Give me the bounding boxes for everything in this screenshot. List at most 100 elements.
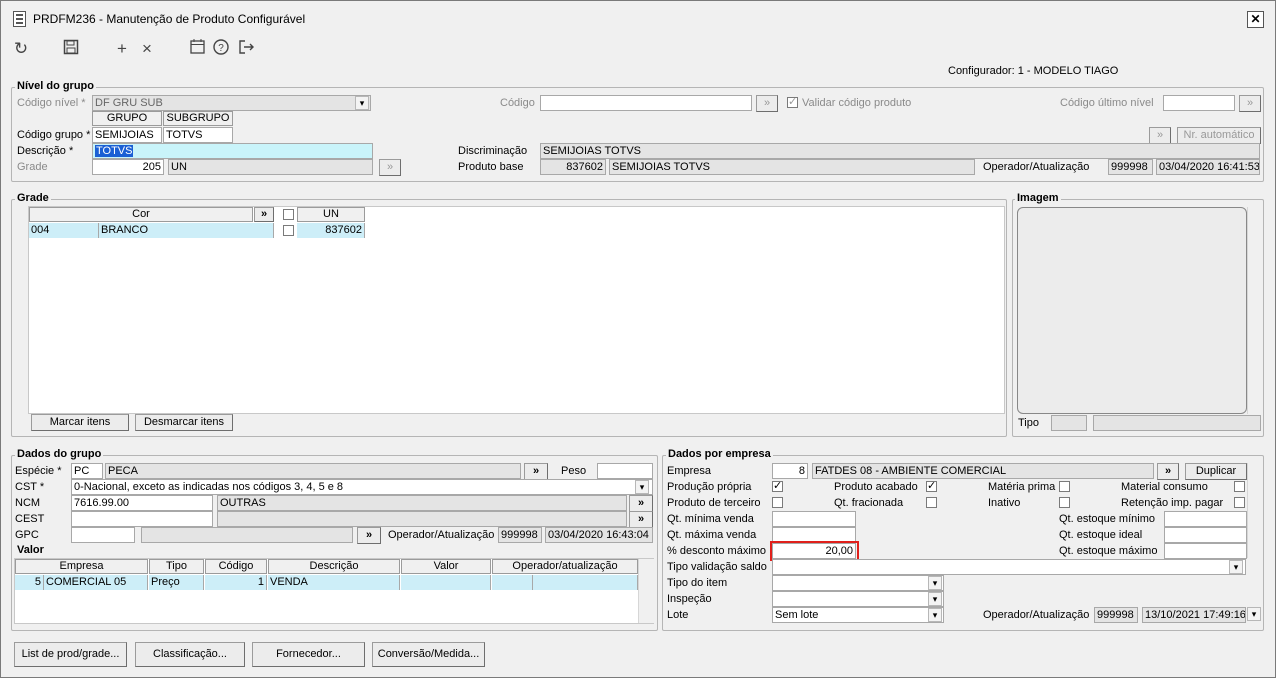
qt-fracionada-checkbox[interactable] bbox=[926, 497, 937, 508]
valor-row-descricao[interactable]: VENDA bbox=[268, 575, 400, 590]
descricao-input[interactable]: TOTVS bbox=[92, 143, 373, 159]
produto-base-code[interactable]: 837602 bbox=[540, 159, 606, 175]
especie-lookup-button[interactable]: » bbox=[524, 463, 548, 480]
conversao-medida-button[interactable]: Conversão/Medida... bbox=[372, 642, 485, 667]
ncm-lookup-button[interactable]: » bbox=[629, 495, 653, 512]
help-icon[interactable]: ? bbox=[211, 39, 231, 59]
delete-icon[interactable]: × bbox=[137, 39, 157, 59]
materia-prima-checkbox[interactable] bbox=[1059, 481, 1070, 492]
grade-input[interactable]: 205 bbox=[92, 159, 164, 175]
save-icon[interactable] bbox=[61, 39, 81, 59]
inativo-checkbox[interactable] bbox=[1059, 497, 1070, 508]
list-prod-grade-button[interactable]: List de prod/grade... bbox=[14, 642, 127, 667]
cst-select[interactable]: 0-Nacional, exceto as indicadas nos códi… bbox=[71, 479, 653, 495]
chevron-down-icon[interactable]: ▾ bbox=[928, 608, 942, 622]
tipo-label: Tipo bbox=[1018, 417, 1039, 429]
grade-row-checkbox[interactable] bbox=[283, 225, 294, 236]
empresa-code[interactable]: 8 bbox=[772, 463, 808, 479]
calendar-icon[interactable] bbox=[187, 39, 207, 59]
valor-header-descricao: Descrição bbox=[268, 559, 400, 574]
discriminacao-input[interactable]: SEMIJOIAS TOTVS bbox=[540, 143, 1260, 159]
produto-terceiro-checkbox[interactable] bbox=[772, 497, 783, 508]
chevron-down-icon[interactable]: ▾ bbox=[635, 480, 649, 494]
cest-lookup-button[interactable]: » bbox=[629, 511, 653, 528]
subgrupo-header: SUBGRUPO bbox=[163, 111, 233, 126]
qt-est-max-label: Qt. estoque máximo bbox=[1059, 545, 1158, 557]
qt-min-venda-input[interactable] bbox=[772, 511, 856, 527]
window-title: PRDFM236 - Manutenção de Produto Configu… bbox=[33, 12, 306, 26]
cor-expand-button[interactable]: » bbox=[254, 207, 274, 222]
producao-propria-checkbox[interactable]: ✓ bbox=[772, 481, 783, 492]
grupo-input[interactable]: SEMIJOIAS bbox=[92, 127, 162, 143]
material-consumo-label: Material consumo bbox=[1121, 481, 1208, 493]
chevron-down-icon[interactable]: ▾ bbox=[1247, 607, 1261, 621]
peso-input[interactable] bbox=[597, 463, 653, 479]
valor-header-valor: Valor bbox=[401, 559, 491, 574]
image-scrollbar[interactable] bbox=[1247, 207, 1263, 414]
tipo-item-label: Tipo do item bbox=[667, 577, 728, 589]
refresh-icon[interactable]: ↻ bbox=[11, 39, 31, 59]
close-button[interactable]: ✕ bbox=[1247, 11, 1264, 28]
classificacao-button[interactable]: Classificação... bbox=[135, 642, 245, 667]
chevron-down-icon[interactable]: ▾ bbox=[355, 96, 369, 110]
qt-est-ideal-input[interactable] bbox=[1164, 527, 1247, 543]
cest-label: CEST bbox=[15, 513, 45, 525]
empresa-scrollbar[interactable] bbox=[1247, 463, 1263, 558]
ncm-desc: OUTRAS bbox=[217, 495, 627, 511]
valor-row-codigo[interactable]: 1 bbox=[205, 575, 267, 590]
retencao-checkbox[interactable] bbox=[1234, 497, 1245, 508]
valor-row-empresa[interactable]: COMERCIAL 05 bbox=[44, 575, 148, 590]
produto-acabado-checkbox[interactable]: ✓ bbox=[926, 481, 937, 492]
valor-row-tipo[interactable]: Preço bbox=[149, 575, 204, 590]
tipo-validacao-select[interactable] bbox=[772, 559, 1246, 575]
valor-row-data[interactable] bbox=[533, 575, 638, 590]
duplicar-button[interactable]: Duplicar bbox=[1185, 463, 1247, 480]
marcar-button[interactable]: Marcar itens bbox=[31, 414, 129, 431]
codigo-nivel-select[interactable]: DF GRU SUB bbox=[92, 95, 371, 111]
nivel-title: Nível do grupo bbox=[15, 80, 96, 92]
qt-est-max-input[interactable] bbox=[1164, 543, 1247, 559]
valor-row-operador[interactable] bbox=[492, 575, 533, 590]
cest-input[interactable] bbox=[71, 511, 213, 527]
imagem-title: Imagem bbox=[1015, 192, 1061, 204]
ncm-input[interactable]: 7616.99.00 bbox=[71, 495, 213, 511]
tipo-item-select[interactable] bbox=[772, 575, 944, 591]
gpc-input[interactable] bbox=[71, 527, 135, 543]
especie-code[interactable]: PC bbox=[71, 463, 103, 479]
codigo-lookup-button[interactable]: » bbox=[756, 95, 778, 112]
main-window: PRDFM236 - Manutenção de Produto Configu… bbox=[0, 0, 1276, 678]
ultimo-nivel-lookup-button[interactable]: » bbox=[1239, 95, 1261, 112]
validar-checkbox[interactable]: ✓ bbox=[787, 97, 798, 108]
tipo-select[interactable] bbox=[1093, 415, 1261, 431]
subgrupo-input[interactable]: TOTVS bbox=[163, 127, 233, 143]
grupo-operador-date: 03/04/2020 16:43:04 bbox=[545, 527, 653, 543]
valor-row-valor[interactable] bbox=[401, 575, 491, 590]
nr-automatico-button[interactable]: Nr. automático bbox=[1177, 127, 1261, 144]
valor-row-empresa-num[interactable]: 5 bbox=[15, 575, 44, 590]
empresa-lookup-button[interactable]: » bbox=[1157, 463, 1179, 480]
grade-header-checkbox[interactable] bbox=[283, 209, 294, 220]
nr-lookup-button[interactable]: » bbox=[1149, 127, 1171, 144]
codigo-input[interactable] bbox=[540, 95, 752, 111]
gpc-lookup-button[interactable]: » bbox=[357, 527, 381, 544]
inspecao-select[interactable] bbox=[772, 591, 944, 607]
chevron-down-icon[interactable]: ▾ bbox=[928, 592, 942, 606]
chevron-down-icon[interactable]: ▾ bbox=[928, 576, 942, 590]
exit-icon[interactable] bbox=[236, 39, 256, 59]
cest-desc bbox=[217, 511, 627, 527]
especie-desc: PECA bbox=[105, 463, 521, 479]
desconto-highlight-box bbox=[770, 541, 859, 561]
desmarcar-button[interactable]: Desmarcar itens bbox=[135, 414, 233, 431]
grade-row-code[interactable]: 004 bbox=[29, 223, 99, 238]
add-icon[interactable]: + bbox=[112, 39, 132, 59]
ultimo-nivel-input[interactable] bbox=[1163, 95, 1235, 111]
fornecedor-button[interactable]: Fornecedor... bbox=[252, 642, 365, 667]
qt-est-min-input[interactable] bbox=[1164, 511, 1247, 527]
grade-lookup-button[interactable]: » bbox=[379, 159, 401, 176]
grade-row-desc[interactable]: BRANCO bbox=[99, 223, 274, 238]
valor-scrollbar[interactable] bbox=[638, 559, 654, 623]
grade-row-un[interactable]: 837602 bbox=[297, 223, 365, 238]
chevron-down-icon[interactable]: ▾ bbox=[1229, 560, 1243, 574]
lote-select[interactable]: Sem lote bbox=[772, 607, 944, 623]
material-consumo-checkbox[interactable] bbox=[1234, 481, 1245, 492]
